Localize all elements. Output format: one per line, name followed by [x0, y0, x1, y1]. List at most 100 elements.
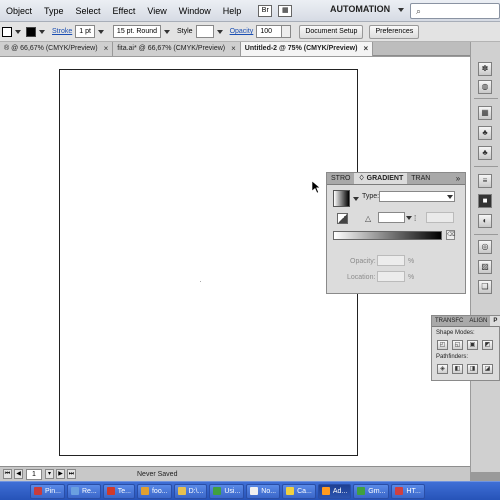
gradient-type-chevron-down-icon[interactable] [447, 195, 453, 199]
taskbar-item-pin[interactable]: Pin... [30, 483, 65, 499]
gradient-preview-swatch[interactable] [333, 190, 350, 207]
gradient-preview-chevron-down-icon[interactable] [353, 197, 359, 201]
gradient-panel-icon[interactable]: ■ [478, 194, 492, 208]
tab-stroke[interactable]: STRO [327, 173, 354, 184]
tab-align[interactable]: ALIGN [466, 316, 490, 326]
menu-type[interactable]: Type [38, 0, 70, 22]
opacity-field[interactable]: 100 [256, 25, 283, 38]
app-icon [140, 487, 149, 495]
taskbar-item-no[interactable]: No... [246, 483, 281, 499]
brushes-panel-icon[interactable]: ♣ [478, 126, 492, 140]
aspect-ratio-field[interactable] [426, 212, 454, 223]
menu-effect[interactable]: Effect [107, 0, 142, 22]
exclude-button[interactable]: ◩ [482, 340, 493, 350]
close-icon[interactable]: × [104, 42, 109, 56]
stop-location-field[interactable] [377, 271, 405, 282]
symbols-panel-icon[interactable]: ♣ [478, 146, 492, 160]
last-artboard-button[interactable]: ⏭ [67, 469, 76, 479]
transparency-panel-icon[interactable]: ◐ [478, 214, 492, 228]
style-swatch[interactable] [195, 25, 214, 38]
workspace-chevron-down-icon[interactable] [398, 8, 404, 12]
close-icon[interactable]: × [363, 42, 368, 56]
windows-taskbar: Pin... Re... Te... foo... D:\... Usi... … [0, 481, 500, 500]
angle-field[interactable] [378, 212, 405, 223]
document-tab-bar: ® @ 66,67% (CMYK/Preview) × fita.ai* @ 6… [0, 42, 470, 56]
app-icon [70, 487, 79, 495]
color-guide-icon[interactable]: ◍ [478, 80, 492, 94]
menu-view[interactable]: View [141, 0, 172, 22]
taskbar-item-te[interactable]: Te... [102, 483, 135, 499]
intersect-button[interactable]: ▣ [467, 340, 478, 350]
document-setup-button[interactable]: Document Setup [299, 24, 364, 39]
crop-button[interactable]: ◪ [482, 364, 493, 374]
artboard[interactable] [59, 69, 358, 456]
merge-button[interactable]: ◨ [467, 364, 478, 374]
taskbar-item-re[interactable]: Re... [66, 483, 101, 499]
first-artboard-button[interactable]: ⏮ [3, 469, 12, 479]
arrange-documents-icon[interactable]: ▦ [278, 4, 293, 17]
menu-window[interactable]: Window [173, 0, 217, 22]
divider [474, 98, 498, 99]
tab-transparency[interactable]: TRAN [407, 173, 434, 184]
trim-button[interactable]: ◧ [452, 364, 463, 374]
tab-document-1[interactable]: ® @ 66,67% (CMYK/Preview) × [0, 42, 114, 56]
tab-document-2[interactable]: fita.ai* @ 66,67% (CMYK/Preview) × [113, 42, 241, 56]
app-icon [106, 487, 115, 495]
swatches-panel-icon[interactable]: ▦ [478, 106, 492, 120]
artboard-chevron-down-icon[interactable]: ▾ [45, 469, 54, 479]
tab-pathfinder[interactable]: P [490, 316, 500, 326]
stop-opacity-field[interactable] [377, 255, 405, 266]
panel-menu-icon[interactable]: » [451, 173, 465, 184]
brush-chevron-down-icon[interactable] [164, 29, 171, 34]
unite-button[interactable]: ◰ [437, 340, 448, 350]
minus-front-button[interactable]: ◱ [452, 340, 463, 350]
graphic-styles-panel-icon[interactable]: ▨ [478, 260, 492, 274]
stroke-swatch[interactable] [26, 26, 36, 37]
stroke-weight-chevron-down-icon[interactable] [97, 29, 104, 34]
taskbar-item-ht[interactable]: HT... [391, 483, 425, 499]
fill-swatch[interactable] [2, 26, 12, 37]
gradient-slider[interactable] [333, 231, 442, 240]
opacity-stepper[interactable] [282, 25, 292, 38]
menu-object[interactable]: Object [0, 0, 38, 22]
help-search-input[interactable] [410, 3, 500, 19]
fill-chevron-down-icon[interactable] [15, 29, 21, 34]
reverse-gradient-icon[interactable] [337, 213, 348, 224]
workspace-switcher[interactable]: AUTOMATION [330, 4, 390, 14]
close-icon[interactable]: × [231, 42, 236, 56]
tab-transform[interactable]: TRANSFC [432, 316, 466, 326]
style-chevron-down-icon[interactable] [216, 29, 223, 34]
divide-button[interactable]: ◈ [437, 364, 448, 374]
preferences-button[interactable]: Preferences [369, 24, 420, 39]
angle-chevron-down-icon[interactable] [406, 216, 412, 220]
next-artboard-button[interactable]: ▶ [56, 469, 65, 479]
taskbar-item-usi[interactable]: Usi... [209, 483, 245, 499]
stroke-chevron-down-icon[interactable] [39, 29, 45, 34]
opacity-label[interactable]: Opacity [230, 28, 254, 35]
bridge-icon[interactable]: Br [258, 4, 273, 17]
taskbar-item-ad[interactable]: Ad... [317, 483, 352, 499]
tab-gradient[interactable]: ♢ GRADIENT [354, 173, 408, 184]
taskbar-item-label: HT... [406, 487, 421, 495]
taskbar-item-foo[interactable]: foo... [136, 483, 172, 499]
layers-panel-icon[interactable]: ❑ [478, 280, 492, 294]
artboard-number-field[interactable]: 1 [26, 468, 42, 480]
stroke-panel-icon[interactable]: ≡ [478, 174, 492, 188]
stroke-label[interactable]: Stroke [52, 28, 72, 35]
tab-document-3[interactable]: Untitled-2 @ 75% (CMYK/Preview) × [240, 42, 374, 56]
taskbar-item-drive[interactable]: D:\... [173, 483, 208, 499]
stroke-weight-field[interactable]: 1 pt [75, 25, 95, 38]
gradient-type-select[interactable] [379, 191, 455, 202]
delete-stop-icon[interactable]: ⌫ [446, 230, 455, 240]
previous-artboard-button[interactable]: ◀ [14, 469, 23, 479]
appearance-panel-icon[interactable]: ◎ [478, 240, 492, 254]
gradient-type-label: Type: [362, 193, 380, 200]
taskbar-item-gm[interactable]: Gm... [353, 483, 390, 499]
status-text[interactable]: Never Saved [137, 471, 177, 478]
brush-field[interactable]: 15 pt. Round [112, 25, 162, 38]
menu-help[interactable]: Help [217, 0, 248, 22]
notepad-icon [250, 487, 259, 495]
taskbar-item-ca[interactable]: Ca... [282, 483, 316, 499]
menu-select[interactable]: Select [70, 0, 107, 22]
color-panel-icon[interactable]: ✽ [478, 62, 492, 76]
